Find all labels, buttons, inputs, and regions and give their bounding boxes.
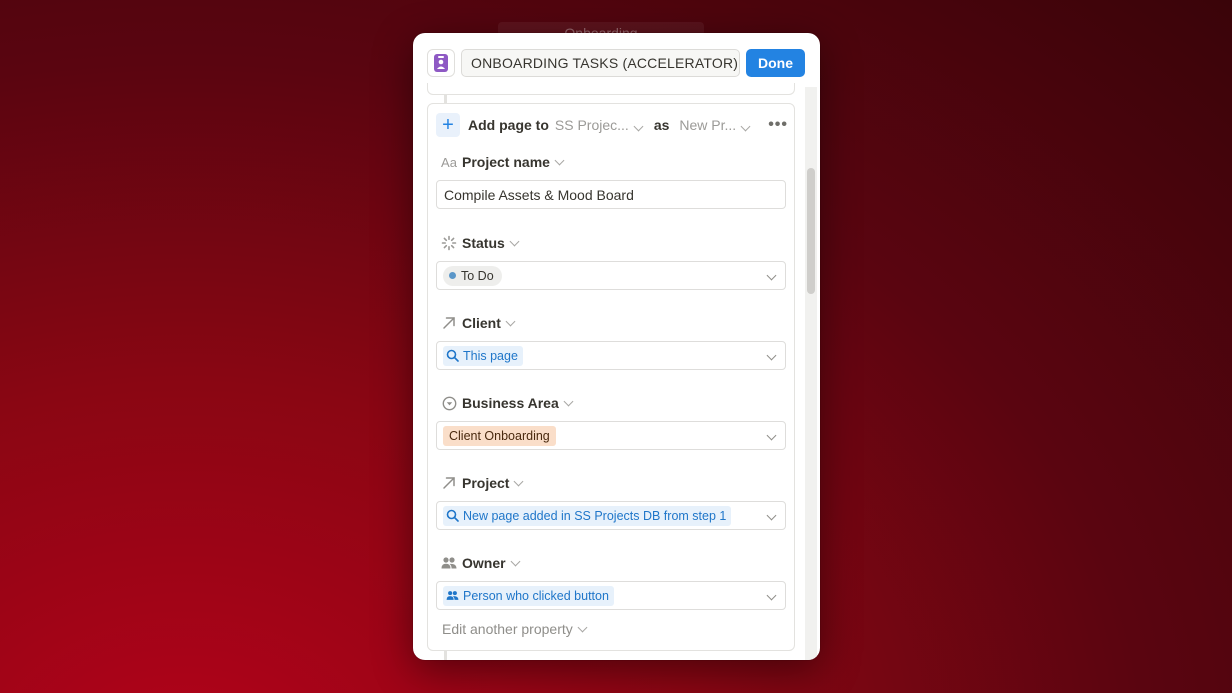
as-label: as: [653, 117, 670, 133]
property-name: Project: [462, 475, 510, 491]
previous-action-card: [427, 83, 795, 95]
template-name: New Pr...: [679, 117, 737, 133]
project-value: New page added in SS Projects DB from st…: [463, 508, 727, 523]
project-name-field[interactable]: Compile Assets & Mood Board: [436, 180, 786, 209]
property-label-client[interactable]: Client: [440, 313, 516, 333]
actions-list: + Add page to SS Projec... as New Pr... …: [413, 95, 820, 660]
status-tag: To Do: [443, 265, 502, 286]
edit-another-property-button[interactable]: Edit another property: [442, 621, 588, 637]
button-icon-picker[interactable]: [427, 49, 455, 77]
people-icon: [446, 591, 459, 600]
done-button[interactable]: Done: [746, 49, 805, 77]
chevron-down-icon: [766, 590, 777, 601]
property-name: Status: [462, 235, 505, 251]
button-name-input[interactable]: ONBOARDING TASKS (ACCELERATOR): [461, 49, 740, 77]
business-area-select[interactable]: Client Onboarding: [436, 421, 786, 450]
property-label-business-area[interactable]: Business Area: [440, 393, 574, 413]
property-label-owner[interactable]: Owner: [440, 553, 521, 573]
owner-person-field[interactable]: Person who clicked button: [436, 581, 786, 610]
client-relation-field[interactable]: This page: [436, 341, 786, 370]
project-tag: New page added in SS Projects DB from st…: [443, 505, 732, 526]
client-tag: This page: [443, 345, 523, 366]
search-icon: [446, 349, 459, 362]
database-name: SS Projec...: [554, 117, 629, 133]
step-connector: [444, 651, 447, 660]
select-circle-icon: [440, 394, 458, 412]
plus-icon[interactable]: +: [436, 113, 460, 137]
property-name: Project name: [462, 154, 550, 170]
button-editor-modal: ONBOARDING TASKS (ACCELERATOR) Done + Ad…: [413, 33, 820, 660]
project-name-value: Compile Assets & Mood Board: [444, 186, 634, 203]
status-select[interactable]: To Do: [436, 261, 786, 290]
chevron-down-icon: [514, 476, 524, 486]
business-area-tag: Client Onboarding: [443, 425, 556, 446]
property-label-project-name[interactable]: Aa Project name: [440, 152, 565, 172]
chevron-down-icon: [577, 622, 588, 632]
property-name: Client: [462, 315, 501, 331]
database-selector[interactable]: SS Projec...: [554, 117, 644, 133]
step-connector: [444, 95, 447, 103]
edit-another-label: Edit another property: [442, 621, 573, 637]
people-icon: [440, 554, 458, 572]
action-header: + Add page to SS Projec... as New Pr... …: [436, 113, 788, 137]
property-name: Business Area: [462, 395, 559, 411]
chevron-down-icon: [554, 155, 565, 165]
property-name: Owner: [462, 555, 506, 571]
badge-icon: [434, 54, 448, 72]
project-relation-field[interactable]: New page added in SS Projects DB from st…: [436, 501, 786, 530]
text-aa-icon: Aa: [441, 154, 457, 170]
chevron-down-icon: [766, 510, 777, 521]
status-spinner-icon: [440, 234, 458, 252]
owner-value: Person who clicked button: [463, 588, 609, 603]
relation-arrow-icon: [440, 474, 458, 492]
search-icon: [446, 509, 459, 522]
relation-arrow-icon: [440, 314, 458, 332]
property-label-status[interactable]: Status: [440, 233, 520, 253]
client-value: This page: [463, 348, 518, 363]
chevron-down-icon: [766, 350, 777, 361]
property-label-project[interactable]: Project: [440, 473, 524, 493]
chevron-down-icon: [563, 396, 574, 406]
chevron-down-icon: [740, 121, 751, 132]
action-prefix: Add page to: [468, 117, 549, 133]
chevron-down-icon: [509, 236, 520, 246]
chevron-down-icon: [766, 430, 777, 441]
template-selector[interactable]: New Pr...: [679, 117, 751, 133]
status-dot: [449, 272, 456, 279]
chevron-down-icon: [633, 121, 644, 132]
chevron-down-icon: [505, 316, 516, 326]
more-options-icon[interactable]: •••: [768, 117, 788, 133]
modal-header: ONBOARDING TASKS (ACCELERATOR) Done: [427, 49, 807, 77]
status-value: To Do: [461, 268, 494, 283]
chevron-down-icon: [510, 556, 521, 566]
add-page-action-card: + Add page to SS Projec... as New Pr... …: [427, 103, 795, 651]
owner-tag: Person who clicked button: [443, 585, 614, 606]
chevron-down-icon: [766, 270, 777, 281]
